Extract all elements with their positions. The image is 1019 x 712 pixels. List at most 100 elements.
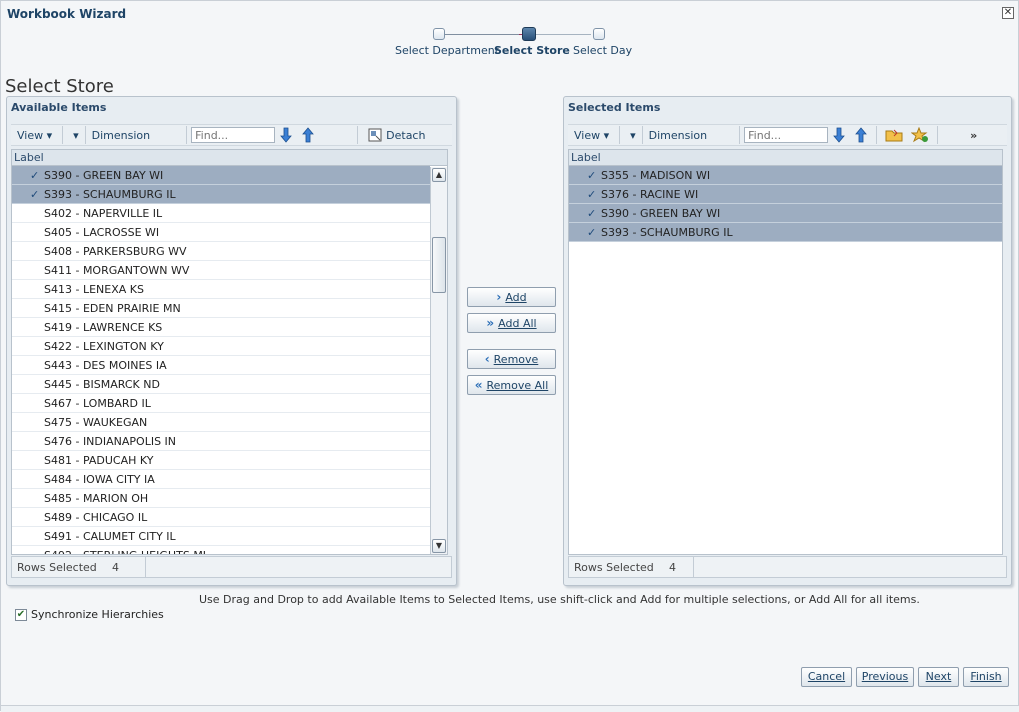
table-row[interactable]: S422 - LEXINGTON KY bbox=[12, 337, 430, 356]
table-row[interactable]: S445 - BISMARCK ND bbox=[12, 375, 430, 394]
check-icon: ✓ bbox=[30, 169, 40, 182]
table-row[interactable]: ✓ S376 - RACINE WI bbox=[569, 185, 1002, 204]
table-row[interactable]: S492 - STERLING HEIGHTS MI bbox=[12, 546, 430, 554]
table-row[interactable]: S443 - DES MOINES IA bbox=[12, 356, 430, 375]
dimension-menu[interactable]: ▾ Dimension bbox=[67, 126, 156, 144]
table-row[interactable]: S484 - IOWA CITY IA bbox=[12, 470, 430, 489]
overflow-chevron-icon[interactable]: » bbox=[964, 129, 983, 142]
view-menu-label[interactable]: View ▾ bbox=[574, 129, 609, 142]
cancel-button[interactable]: Cancel bbox=[801, 667, 852, 687]
row-label: S476 - INDIANAPOLIS IN bbox=[44, 435, 177, 448]
row-label: S390 - GREEN BAY WI bbox=[44, 169, 164, 182]
table-row[interactable]: S491 - CALUMET CITY IL bbox=[12, 527, 430, 546]
dropdown-arrow-icon[interactable]: ▾ bbox=[73, 129, 79, 142]
add-all-button[interactable]: » Add All bbox=[467, 313, 556, 333]
table-row[interactable]: ✓ S393 - SCHAUMBURG IL bbox=[569, 223, 1002, 242]
favorite-add-icon[interactable] bbox=[907, 127, 933, 143]
double-chevron-left-icon: « bbox=[474, 378, 483, 392]
dimension-label[interactable]: Dimension bbox=[649, 129, 707, 142]
arrow-up-icon[interactable] bbox=[297, 127, 319, 143]
finish-button[interactable]: Finish bbox=[963, 667, 1009, 687]
table-row[interactable]: ✓ S390 - GREEN BAY WI bbox=[12, 166, 430, 185]
train-connector bbox=[439, 34, 521, 35]
view-menu-label[interactable]: View ▾ bbox=[17, 129, 52, 142]
vertical-scrollbar[interactable]: ▲ ▼ bbox=[430, 167, 447, 554]
detach-button[interactable]: Detach bbox=[362, 128, 431, 142]
table-row[interactable]: S476 - INDIANAPOLIS IN bbox=[12, 432, 430, 451]
sync-checkbox[interactable]: ✔ bbox=[15, 608, 27, 621]
row-label: S419 - LAWRENCE KS bbox=[44, 321, 163, 334]
table-row[interactable]: ✓ S355 - MADISON WI bbox=[569, 166, 1002, 185]
available-items-panel: Available Items View ▾ ▾ Dimension Detac… bbox=[6, 96, 457, 586]
table-row[interactable]: ✓ S393 - SCHAUMBURG IL bbox=[12, 185, 430, 204]
row-label: S376 - RACINE WI bbox=[601, 188, 699, 201]
remove-button[interactable]: ‹ Remove bbox=[467, 349, 556, 369]
train-label-select-store: Select Store bbox=[494, 44, 570, 57]
scroll-up-icon[interactable]: ▲ bbox=[432, 168, 446, 182]
table-row[interactable]: S411 - MORGANTOWN WV bbox=[12, 261, 430, 280]
available-status-bar: Rows Selected 4 bbox=[11, 556, 452, 578]
table-row[interactable]: S475 - WAUKEGAN bbox=[12, 413, 430, 432]
table-row[interactable]: S413 - LENEXA KS bbox=[12, 280, 430, 299]
detach-icon bbox=[368, 128, 382, 142]
available-items-title: Available Items bbox=[11, 101, 107, 114]
available-find-input[interactable] bbox=[191, 127, 276, 143]
instructions-text: Use Drag and Drop to add Available Items… bbox=[199, 593, 920, 606]
view-menu[interactable]: View ▾ bbox=[11, 129, 58, 142]
row-label: S415 - EDEN PRAIRIE MN bbox=[44, 302, 181, 315]
selected-rows: ✓ S355 - MADISON WI ✓ S376 - RACINE WI ✓ S390… bbox=[569, 166, 1002, 242]
table-row[interactable]: ✓ S390 - GREEN BAY WI bbox=[569, 204, 1002, 223]
folder-icon[interactable] bbox=[881, 128, 907, 142]
selected-items-table: Label ✓ S355 - MADISON WI ✓ S376 - RACINE W… bbox=[568, 149, 1003, 555]
column-header-label[interactable]: Label bbox=[12, 150, 447, 166]
arrow-down-icon[interactable] bbox=[828, 127, 850, 143]
selected-items-title: Selected Items bbox=[568, 101, 661, 114]
scroll-thumb[interactable] bbox=[432, 237, 446, 293]
table-row[interactable]: S415 - EDEN PRAIRIE MN bbox=[12, 299, 430, 318]
selected-status-bar: Rows Selected 4 bbox=[568, 556, 1007, 578]
table-row[interactable]: S485 - MARION OH bbox=[12, 489, 430, 508]
table-row[interactable]: S467 - LOMBARD IL bbox=[12, 394, 430, 413]
arrow-up-icon[interactable] bbox=[850, 127, 872, 143]
chevron-left-icon: ‹ bbox=[484, 352, 490, 366]
scroll-down-icon[interactable]: ▼ bbox=[432, 539, 446, 553]
train-stop-select-day[interactable] bbox=[593, 28, 605, 40]
table-row[interactable]: S489 - CHICAGO IL bbox=[12, 508, 430, 527]
table-row[interactable]: S405 - LACROSSE WI bbox=[12, 223, 430, 242]
sync-label[interactable]: Synchronize Hierarchies bbox=[31, 608, 164, 621]
row-label: S489 - CHICAGO IL bbox=[44, 511, 148, 524]
window-title: Workbook Wizard bbox=[7, 7, 127, 21]
next-button[interactable]: Next bbox=[918, 667, 959, 687]
train-label-select-day[interactable]: Select Day bbox=[573, 44, 632, 57]
row-label: S443 - DES MOINES IA bbox=[44, 359, 167, 372]
dimension-menu[interactable]: ▾ Dimension bbox=[624, 126, 713, 144]
view-menu[interactable]: View ▾ bbox=[568, 129, 615, 142]
row-label: S475 - WAUKEGAN bbox=[44, 416, 148, 429]
detach-label[interactable]: Detach bbox=[386, 129, 425, 142]
table-row[interactable]: S419 - LAWRENCE KS bbox=[12, 318, 430, 337]
add-button[interactable]: › Add bbox=[467, 287, 556, 307]
previous-button[interactable]: Previous bbox=[856, 667, 914, 687]
selected-items-panel: Selected Items View ▾ ▾ Dimension Find..… bbox=[563, 96, 1012, 586]
rows-selected-count: 4 bbox=[112, 557, 146, 577]
table-row[interactable]: S408 - PARKERSBURG WV bbox=[12, 242, 430, 261]
row-label: S402 - NAPERVILLE IL bbox=[44, 207, 163, 220]
train-stop-select-department[interactable] bbox=[433, 28, 445, 40]
close-icon[interactable]: ✕ bbox=[1002, 7, 1014, 19]
row-label: S491 - CALUMET CITY IL bbox=[44, 530, 176, 543]
train-label-select-department[interactable]: Select Department bbox=[395, 44, 499, 57]
arrow-down-icon[interactable] bbox=[275, 127, 297, 143]
synchronize-hierarchies[interactable]: ✔ Synchronize Hierarchies bbox=[15, 608, 164, 621]
workbook-wizard-window: Workbook Wizard ✕ Select Department Sele… bbox=[0, 0, 1019, 712]
selected-find-input[interactable] bbox=[744, 127, 829, 143]
remove-all-button[interactable]: «Remove All bbox=[467, 375, 556, 395]
row-label: S408 - PARKERSBURG WV bbox=[44, 245, 187, 258]
table-row[interactable]: S481 - PADUCAH KY bbox=[12, 451, 430, 470]
column-header-label[interactable]: Label bbox=[569, 150, 1002, 166]
row-label: S467 - LOMBARD IL bbox=[44, 397, 151, 410]
dimension-label[interactable]: Dimension bbox=[92, 129, 150, 142]
table-row[interactable]: S402 - NAPERVILLE IL bbox=[12, 204, 430, 223]
dropdown-arrow-icon[interactable]: ▾ bbox=[630, 129, 636, 142]
row-label: S411 - MORGANTOWN WV bbox=[44, 264, 190, 277]
toolbar-separator bbox=[62, 126, 64, 144]
